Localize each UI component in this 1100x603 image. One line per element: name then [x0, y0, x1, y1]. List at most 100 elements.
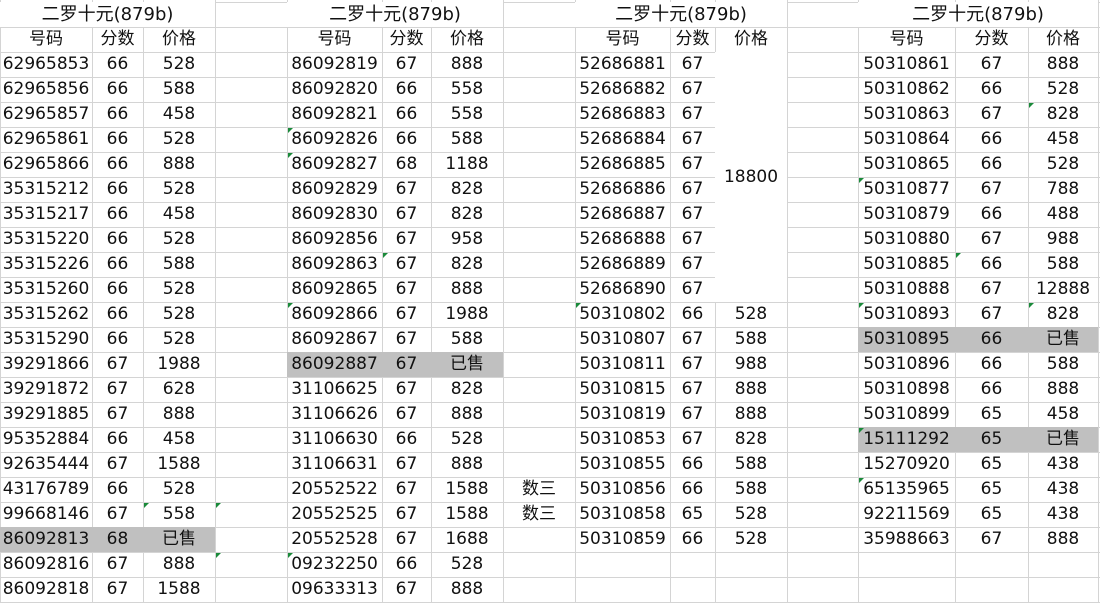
score-cell[interactable]: 66	[670, 452, 715, 477]
phone-number-cell[interactable]: 31106630	[287, 427, 382, 452]
phone-number-cell[interactable]: 39291866	[0, 352, 92, 377]
score-cell[interactable]: 67	[955, 227, 1028, 252]
merged-price-cell[interactable]: 18800	[715, 52, 787, 302]
phone-number-cell[interactable]: 86092821	[287, 102, 382, 127]
phone-number-cell[interactable]: 65135965	[858, 477, 955, 502]
sold-status-cell[interactable]: 已售	[1028, 327, 1098, 352]
score-cell[interactable]: 66	[955, 127, 1028, 152]
score-cell[interactable]: 66	[92, 252, 143, 277]
score-cell[interactable]: 67	[382, 252, 431, 277]
phone-number-cell[interactable]: 86092827	[287, 152, 382, 177]
score-cell[interactable]: 66	[955, 152, 1028, 177]
side-note[interactable]: 数三	[503, 502, 575, 527]
price-cell[interactable]: 528	[431, 427, 503, 452]
phone-number-cell[interactable]: 86092863	[287, 252, 382, 277]
side-note[interactable]: 数三	[503, 477, 575, 502]
price-cell[interactable]: 888	[143, 552, 215, 577]
phone-number-cell[interactable]: 31106625	[287, 377, 382, 402]
score-cell[interactable]: 66	[955, 77, 1028, 102]
score-cell[interactable]: 67	[670, 177, 715, 202]
column-header-price[interactable]: 价格	[143, 27, 215, 52]
price-cell[interactable]: 528	[1028, 152, 1098, 177]
column-header-score[interactable]: 分数	[92, 27, 143, 52]
score-cell[interactable]: 67	[382, 277, 431, 302]
score-cell[interactable]: 66	[92, 477, 143, 502]
score-cell[interactable]: 68	[382, 152, 431, 177]
score-cell[interactable]: 66	[92, 177, 143, 202]
price-cell[interactable]: 528	[715, 302, 787, 327]
score-cell[interactable]: 67	[955, 527, 1028, 552]
score-cell[interactable]: 66	[670, 302, 715, 327]
score-cell[interactable]: 65	[955, 502, 1028, 527]
price-cell[interactable]: 828	[431, 252, 503, 277]
phone-number-cell[interactable]: 09232250	[287, 552, 382, 577]
phone-number-cell[interactable]: 86092865	[287, 277, 382, 302]
sold-status-cell[interactable]: 已售	[431, 352, 503, 377]
price-cell[interactable]: 458	[1028, 127, 1098, 152]
score-cell[interactable]: 67	[92, 452, 143, 477]
price-cell[interactable]: 1188	[431, 152, 503, 177]
phone-number-cell[interactable]: 09633313	[287, 577, 382, 602]
price-cell[interactable]: 458	[1028, 402, 1098, 427]
table-title[interactable]: 二罗十元(879b)	[858, 2, 1098, 27]
phone-number-cell[interactable]: 50310896	[858, 352, 955, 377]
score-cell[interactable]: 66	[92, 302, 143, 327]
score-cell[interactable]: 67	[670, 152, 715, 177]
phone-number-cell[interactable]: 31106626	[287, 402, 382, 427]
score-cell[interactable]: 66	[382, 127, 431, 152]
score-cell[interactable]: 67	[382, 502, 431, 527]
sold-status-cell[interactable]: 已售	[1028, 427, 1098, 452]
phone-number-cell[interactable]: 15270920	[858, 452, 955, 477]
price-cell[interactable]: 888	[143, 152, 215, 177]
phone-number-cell[interactable]: 50310898	[858, 377, 955, 402]
score-cell[interactable]: 67	[92, 352, 143, 377]
score-cell[interactable]: 67	[382, 377, 431, 402]
price-cell[interactable]: 1588	[143, 452, 215, 477]
phone-number-cell[interactable]: 35315220	[0, 227, 92, 252]
price-cell[interactable]: 438	[1028, 452, 1098, 477]
score-cell[interactable]: 67	[955, 277, 1028, 302]
phone-number-cell[interactable]: 35315290	[0, 327, 92, 352]
price-cell[interactable]: 788	[1028, 177, 1098, 202]
score-cell[interactable]: 66	[92, 427, 143, 452]
phone-number-cell[interactable]: 50310853	[575, 427, 670, 452]
phone-number-cell[interactable]: 35315262	[0, 302, 92, 327]
phone-number-cell[interactable]: 86092818	[0, 577, 92, 602]
phone-number-cell[interactable]: 86092866	[287, 302, 382, 327]
column-header-number[interactable]: 号码	[858, 27, 955, 52]
price-cell[interactable]: 888	[431, 52, 503, 77]
score-cell[interactable]: 66	[670, 477, 715, 502]
price-cell[interactable]: 1588	[431, 477, 503, 502]
score-cell[interactable]: 67	[670, 77, 715, 102]
phone-number-cell[interactable]: 62965861	[0, 127, 92, 152]
score-cell[interactable]: 66	[955, 202, 1028, 227]
price-cell[interactable]: 888	[1028, 377, 1098, 402]
price-cell[interactable]: 458	[143, 202, 215, 227]
phone-number-cell[interactable]: 43176789	[0, 477, 92, 502]
phone-number-cell[interactable]: 31106631	[287, 452, 382, 477]
phone-number-cell[interactable]: 86092820	[287, 77, 382, 102]
price-cell[interactable]: 1688	[431, 527, 503, 552]
score-cell[interactable]: 67	[670, 427, 715, 452]
phone-number-cell[interactable]: 52686883	[575, 102, 670, 127]
price-cell[interactable]: 558	[143, 502, 215, 527]
price-cell[interactable]: 528	[431, 552, 503, 577]
score-cell[interactable]: 66	[382, 102, 431, 127]
price-cell[interactable]: 588	[1028, 352, 1098, 377]
score-cell[interactable]: 66	[92, 152, 143, 177]
score-cell[interactable]: 67	[92, 377, 143, 402]
phone-number-cell[interactable]: 50310865	[858, 152, 955, 177]
price-cell[interactable]: 888	[143, 402, 215, 427]
price-cell[interactable]: 828	[1028, 102, 1098, 127]
score-cell[interactable]: 67	[382, 577, 431, 602]
score-cell[interactable]: 66	[382, 427, 431, 452]
score-cell[interactable]: 67	[382, 327, 431, 352]
column-header-price[interactable]: 价格	[431, 27, 503, 52]
phone-number-cell[interactable]: 52686884	[575, 127, 670, 152]
phone-number-cell[interactable]: 86092887	[287, 352, 382, 377]
phone-number-cell[interactable]: 92211569	[858, 502, 955, 527]
phone-number-cell[interactable]: 62965853	[0, 52, 92, 77]
score-cell[interactable]: 65	[955, 452, 1028, 477]
phone-number-cell[interactable]: 50310858	[575, 502, 670, 527]
price-cell[interactable]: 588	[143, 77, 215, 102]
